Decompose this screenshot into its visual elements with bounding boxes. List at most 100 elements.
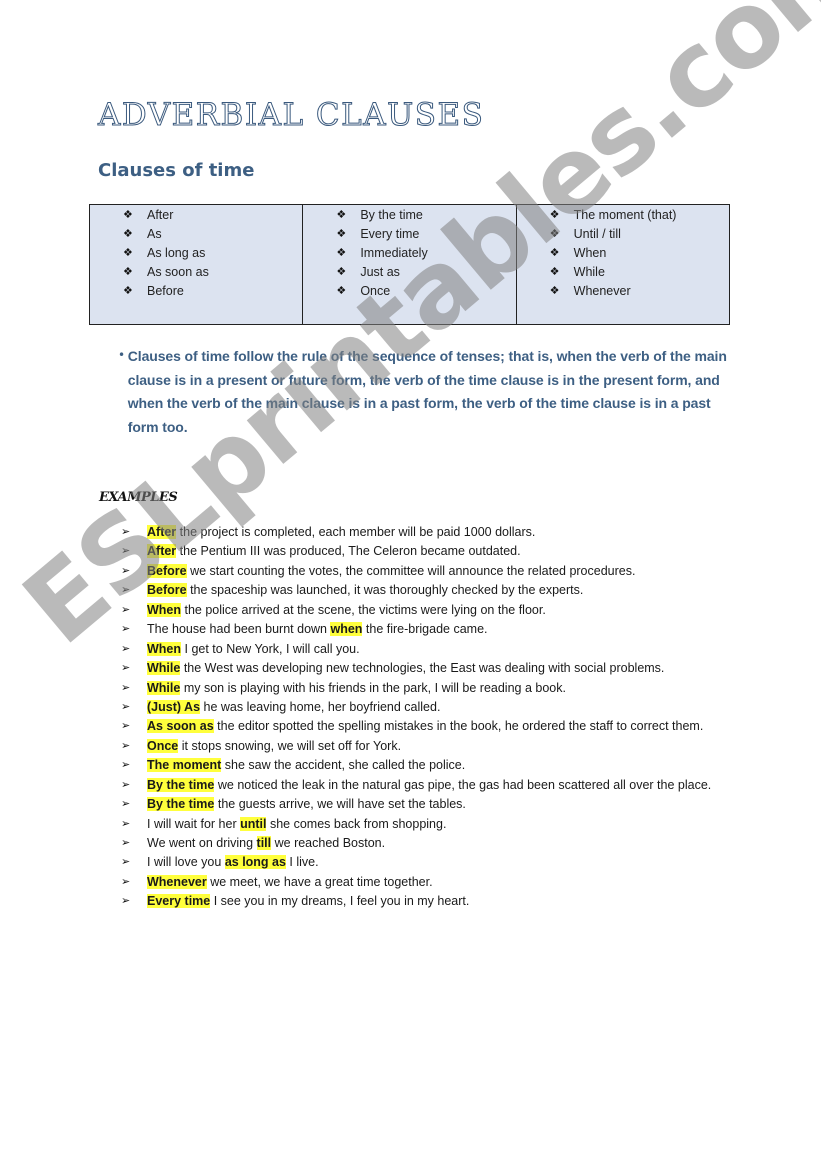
example-sentence: Every time I see you in my dreams, I fee…: [147, 894, 470, 909]
conjunction-label: Immediately: [360, 246, 428, 260]
section-subtitle: Clauses of time: [98, 160, 255, 181]
diamond-bullet-icon: ❖: [123, 228, 133, 240]
arrow-bullet-icon: ➢: [121, 584, 131, 597]
highlighted-conjunction: By the time: [147, 797, 215, 812]
arrow-bullet-icon: ➢: [121, 895, 131, 908]
example-item: ➢ Whenever we meet, we have a great time …: [121, 873, 711, 892]
arrow-bullet-icon: ➢: [121, 526, 131, 538]
example-item: ➢ As soon as the editor spotted the spell…: [121, 717, 711, 736]
conjunction-item: ❖ As soon as: [123, 263, 302, 282]
example-item: ➢ I will love you as long as I live.: [121, 853, 711, 872]
conjunction-label: The moment (that): [573, 208, 677, 222]
conjunction-label: Every time: [360, 227, 420, 241]
example-item: ➢ While my son is playing with his friend…: [121, 679, 711, 698]
highlighted-conjunction: until: [240, 816, 267, 831]
conjunction-label: As soon as: [147, 265, 209, 279]
highlighted-conjunction: While: [147, 680, 181, 695]
diamond-bullet-icon: ❖: [549, 228, 560, 240]
example-sentence: Before the spaceship was launched, it wa…: [147, 583, 584, 598]
conjunction-item: ❖ Every time: [336, 225, 515, 244]
example-sentence: The moment she saw the accident, she cal…: [147, 758, 466, 773]
example-sentence: Before we start counting the votes, the …: [147, 563, 636, 578]
example-sentence: After the Pentium III was produced, The …: [147, 544, 521, 559]
conjunctions-column: ❖ The moment (that) ❖ Until / till ❖ When ❖ Whi…: [517, 205, 729, 324]
example-item: ➢ Once it stops snowing, we will set off …: [121, 737, 711, 756]
arrow-bullet-icon: ➢: [121, 700, 131, 713]
diamond-bullet-icon: ❖: [549, 266, 560, 278]
conjunction-item: ❖ After: [123, 206, 302, 225]
example-sentence: By the time we noticed the leak in the n…: [147, 777, 712, 792]
example-sentence: (Just) As he was leaving home, her boyfr…: [147, 699, 441, 714]
example-item: ➢ After the project is completed, each me…: [121, 523, 711, 542]
example-item: ➢ Every time I see you in my dreams, I fe…: [121, 892, 711, 911]
conjunction-item: ❖ Until / till: [550, 225, 729, 244]
diamond-bullet-icon: ❖: [336, 266, 347, 278]
arrow-bullet-icon: ➢: [121, 739, 131, 752]
highlighted-conjunction: When: [147, 641, 182, 656]
example-sentence: The house had been burnt down when the f…: [147, 622, 488, 637]
rule-note: • Clauses of time follow the rule of the…: [118, 345, 728, 439]
example-item: ➢ When the police arrived at the scene, t…: [121, 601, 711, 620]
example-item: ➢ When I get to New York, I will call you…: [121, 640, 711, 659]
conjunction-item: ❖ Just as: [336, 263, 515, 282]
highlighted-conjunction: when: [330, 622, 363, 637]
example-item: ➢ The house had been burnt down when the …: [121, 620, 711, 639]
diamond-bullet-icon: ❖: [336, 209, 347, 221]
conjunction-label: As long as: [147, 246, 206, 260]
example-sentence: I will love you as long as I live.: [147, 855, 319, 870]
diamond-bullet-icon: ❖: [549, 285, 560, 297]
highlighted-conjunction: Every time: [147, 894, 211, 909]
arrow-bullet-icon: ➢: [121, 603, 131, 616]
example-sentence: When the police arrived at the scene, th…: [147, 602, 546, 617]
highlighted-conjunction: (Just) As: [147, 699, 201, 714]
example-sentence: We went on driving till we reached Bosto…: [147, 836, 386, 850]
diamond-bullet-icon: ❖: [549, 247, 560, 259]
highlighted-conjunction: Whenever: [147, 874, 207, 889]
conjunction-label: By the time: [360, 208, 423, 222]
example-sentence: Once it stops snowing, we will set off f…: [147, 738, 402, 753]
arrow-bullet-icon: ➢: [121, 623, 131, 636]
conjunction-label: When: [573, 246, 607, 260]
bullet-icon: •: [118, 348, 126, 362]
highlighted-conjunction: After: [147, 525, 177, 539]
example-sentence: As soon as the editor spotted the spelli…: [147, 719, 704, 734]
highlighted-conjunction: Once: [147, 738, 179, 753]
highlighted-conjunction: When: [147, 602, 182, 617]
diamond-bullet-icon: ❖: [336, 228, 347, 240]
arrow-bullet-icon: ➢: [121, 681, 131, 694]
examples-heading: EXAMPLES: [99, 490, 178, 505]
example-item: ➢ By the time the guests arrive, we will …: [121, 795, 711, 814]
conjunction-item: ❖ The moment (that): [550, 206, 729, 225]
conjunction-item: ❖ As long as: [123, 244, 302, 263]
arrow-bullet-icon: ➢: [121, 856, 131, 869]
example-item: ➢ By the time we noticed the leak in the …: [121, 776, 711, 795]
example-item: ➢ While the West was developing new techn…: [121, 659, 711, 678]
conjunction-item: ❖ Before: [123, 282, 302, 301]
diamond-bullet-icon: ❖: [123, 285, 133, 297]
arrow-bullet-icon: ➢: [121, 837, 131, 849]
conjunction-item: ❖ Whenever: [550, 282, 729, 301]
conjunction-item: ❖ While: [550, 263, 729, 282]
page-title: Adverbial Clauses: [97, 97, 485, 134]
example-sentence: While my son is playing with his friends…: [147, 680, 566, 695]
arrow-bullet-icon: ➢: [121, 817, 131, 830]
conjunction-label: Before: [147, 284, 184, 298]
example-sentence: By the time the guests arrive, we will h…: [147, 797, 466, 812]
conjunctions-column: ❖ By the time ❖ Every time ❖ Immediately ❖ Just…: [303, 205, 517, 324]
example-item: ➢ We went on driving till we reached Bost…: [121, 834, 711, 853]
diamond-bullet-icon: ❖: [123, 247, 133, 259]
arrow-bullet-icon: ➢: [121, 759, 131, 772]
conjunction-label: As: [147, 227, 162, 241]
example-item: ➢ (Just) As he was leaving home, her boyf…: [121, 698, 711, 717]
highlighted-conjunction: After: [147, 544, 177, 559]
example-item: ➢ The moment she saw the accident, she ca…: [121, 756, 711, 775]
arrow-bullet-icon: ➢: [121, 642, 131, 655]
highlighted-conjunction: As soon as: [147, 719, 214, 734]
arrow-bullet-icon: ➢: [121, 875, 131, 888]
conjunction-label: While: [573, 265, 605, 279]
conjunction-item: ❖ Once: [336, 282, 515, 301]
arrow-bullet-icon: ➢: [121, 798, 131, 811]
arrow-bullet-icon: ➢: [121, 662, 131, 675]
example-sentence: When I get to New York, I will call you.: [147, 641, 360, 656]
diamond-bullet-icon: ❖: [549, 209, 560, 221]
